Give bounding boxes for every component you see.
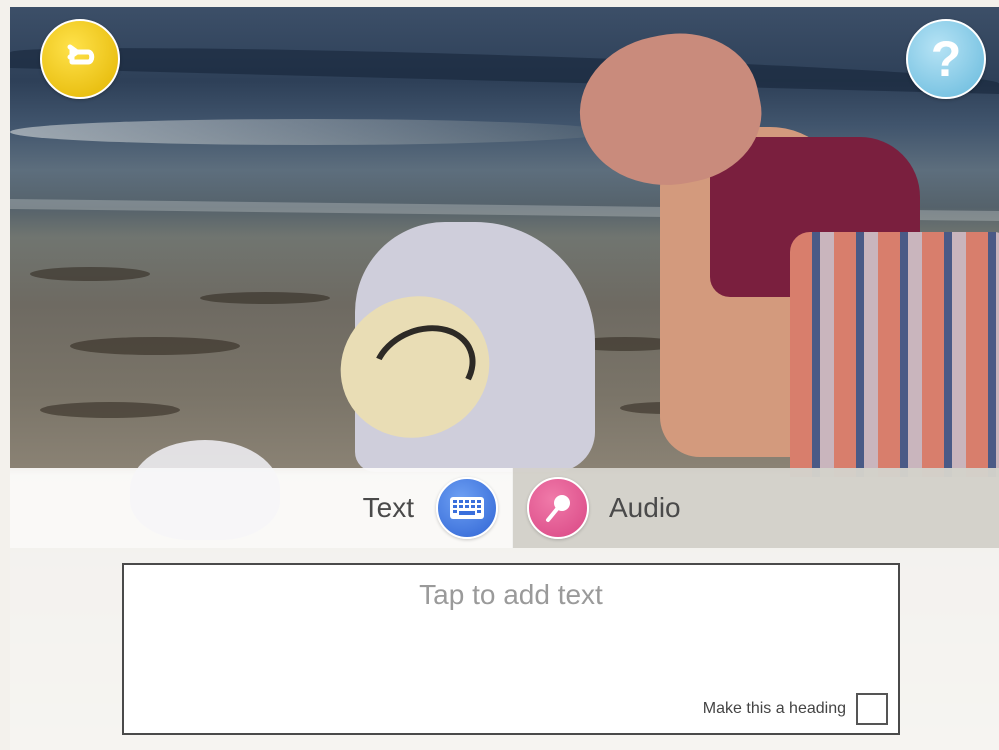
photo-seaweed [40,402,180,418]
heading-option-label: Make this a heading [702,700,846,717]
text-input-area[interactable]: Tap to add text Make this a heading [122,563,900,735]
tab-text[interactable]: Text [10,468,512,548]
back-button[interactable] [40,19,120,99]
photo-wave-foam [10,119,610,145]
frame-edge [0,0,10,750]
help-icon: ? [930,31,962,87]
keyboard-glyph [450,497,484,519]
heading-checkbox[interactable] [856,693,888,725]
text-placeholder: Tap to add text [419,579,603,610]
keyboard-icon[interactable] [436,477,498,539]
photo-seaweed [30,267,150,281]
heading-option: Make this a heading [703,693,888,725]
photo-woman-skirt [790,232,999,477]
microphone-glyph [546,495,570,522]
photo-seaweed [70,337,240,355]
tab-audio-label: Audio [609,492,681,523]
photo-seaweed [200,292,330,304]
mode-tab-bar: Text Audio [10,468,999,548]
back-arrow-icon [67,44,95,65]
tab-audio[interactable]: Audio [512,468,999,548]
page-editor: ? Text Audio Tap to add text Make this a… [0,0,999,750]
help-button[interactable]: ? [906,19,986,99]
photo-wave [10,42,999,94]
tab-text-label: Text [362,492,414,523]
microphone-icon[interactable] [527,477,589,539]
frame-edge [0,0,999,7]
